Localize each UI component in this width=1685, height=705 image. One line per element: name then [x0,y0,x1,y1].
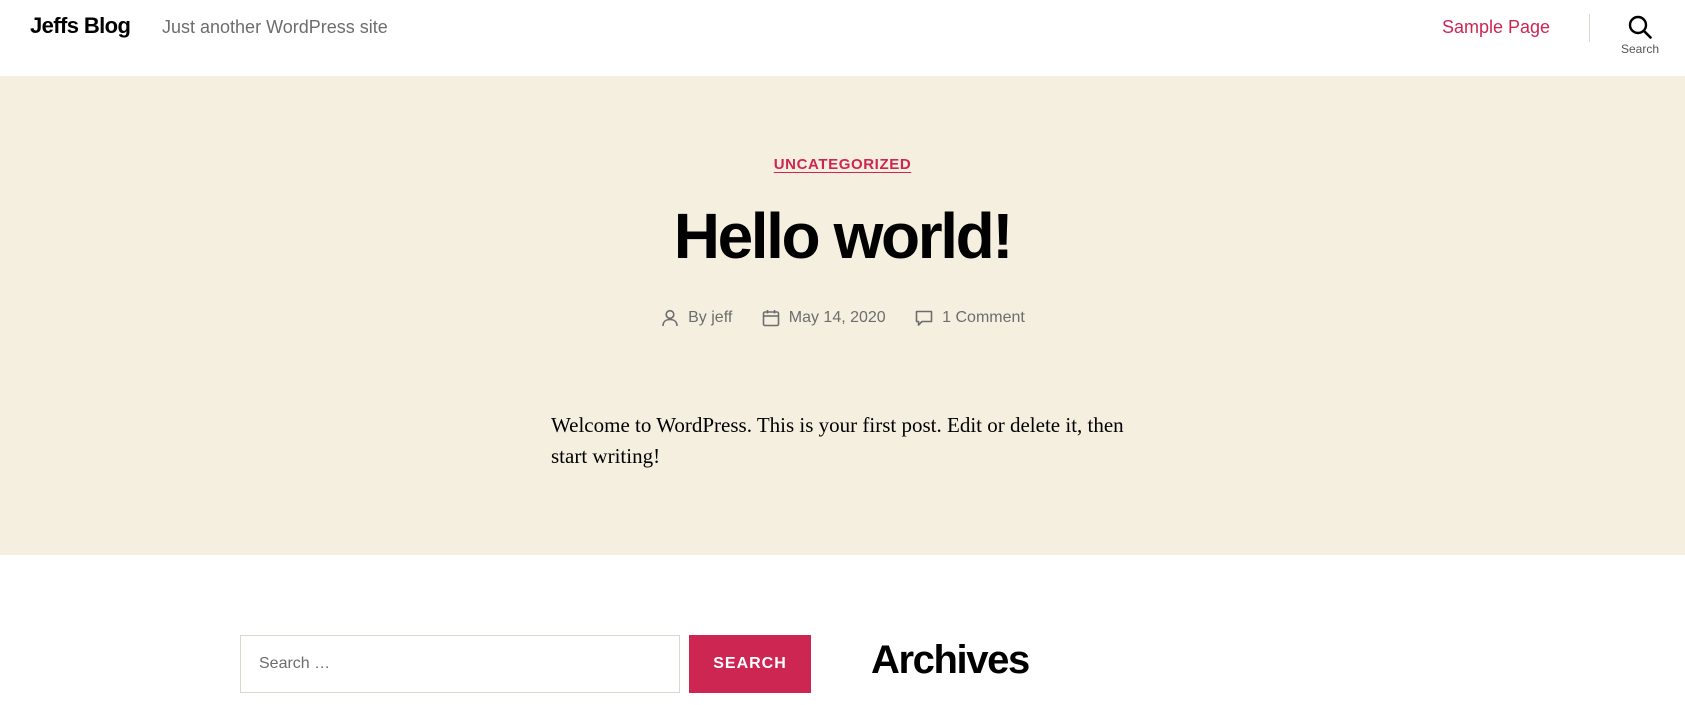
search-toggle-button[interactable]: Search [1610,12,1670,64]
post-header: UNCATEGORIZED Hello world! By jeff May 1… [0,76,1685,555]
date-link[interactable]: May 14, 2020 [789,308,886,328]
search-toggle-label: Search [1620,42,1660,56]
site-header: Jeffs Blog Just another WordPress site S… [0,0,1685,76]
post-comments: 1 Comment [914,308,1025,328]
post-category: UNCATEGORIZED [0,156,1685,174]
category-link[interactable]: UNCATEGORIZED [774,156,912,173]
post-date: May 14, 2020 [761,308,886,328]
post-author: By jeff [660,308,732,328]
post-meta: By jeff May 14, 2020 1 Comment [0,308,1685,334]
author-link[interactable]: By jeff [688,308,732,328]
site-tagline: Just another WordPress site [162,17,388,37]
user-icon [662,309,678,327]
archives-widget-title: Archives [871,638,1030,682]
menu-item-sample-page[interactable]: Sample Page [1442,15,1550,39]
site-title[interactable]: Jeffs Blog [30,12,131,40]
search-icon [1628,15,1652,39]
post-content: Welcome to WordPress. This is your first… [551,413,1124,468]
comment-icon [915,310,933,326]
header-separator [1589,14,1590,42]
search-submit-button[interactable]: SEARCH [689,635,811,693]
search-input[interactable] [240,635,680,693]
calendar-icon [762,310,780,327]
comments-link[interactable]: 1 Comment [942,308,1025,328]
post-title: Hello world! [673,200,1014,272]
